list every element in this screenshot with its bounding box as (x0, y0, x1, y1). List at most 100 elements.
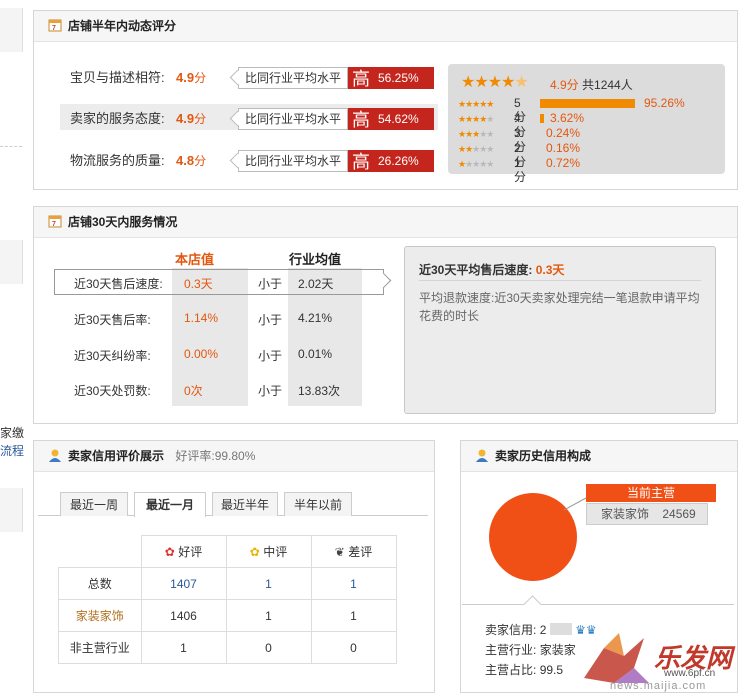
distribution-row: ★★★★★ 5分 95.26% (458, 96, 685, 124)
neutral-count: 0 (225, 631, 312, 664)
panel-header: 7 店铺半年内动态评分 (34, 11, 737, 42)
flower-yellow-icon: ✿ (249, 545, 260, 559)
stars-icon: ★★★★★ (458, 159, 494, 169)
credit-table: ✿ 好评 ✿ 中评 ❦ 差评 总数 1407 1 1 家装家饰 1406 1 1… (58, 535, 397, 664)
bad-count[interactable]: 1 (310, 567, 397, 600)
wilted-flower-icon: ❦ (334, 545, 345, 559)
distribution-row: ★★★★★ 4分 3.62% (458, 111, 585, 139)
table-row: 家装家饰 1406 1 1 (58, 599, 397, 632)
rating-label: 物流服务的质量: (70, 153, 165, 168)
level-badge: 高 26.26% (348, 150, 434, 172)
tab-month[interactable]: 最近一月 (134, 492, 206, 517)
good-count: 1406 (140, 599, 227, 632)
level-badge: 高 54.62% (348, 108, 434, 130)
distribution-row: ★★★★★ 1分 0.72% (458, 156, 581, 184)
divider (419, 280, 701, 281)
compare-label: 比同行业平均水平 (238, 150, 348, 172)
store-value: 0.00% (184, 347, 219, 361)
service-label: 近30天处罚数: (74, 384, 151, 398)
left-sidebar-fragment (0, 8, 23, 52)
service-label: 近30天售后速度: (74, 277, 163, 291)
rating-score: 4.8分 (176, 153, 207, 168)
table-row: 非主营行业 1 0 0 (58, 631, 397, 664)
info-title: 近30天平均售后速度: 0.3天 (419, 263, 565, 277)
bad-count: 0 (310, 631, 397, 664)
header-bad: ❦ 差评 (310, 535, 397, 568)
panel-title: 卖家信用评价展示 (68, 449, 165, 463)
distribution-bar (540, 114, 544, 123)
industry-value: 4.21% (298, 311, 333, 325)
rating-label: 宝贝与描述相符: (70, 70, 165, 85)
panel-title: 卖家历史信用构成 (495, 449, 592, 463)
main-category-box: 家装家饰 24569 (586, 503, 708, 525)
stars-icon: ★★★★★ (458, 144, 494, 154)
bad-count: 1 (310, 599, 397, 632)
svg-text:7: 7 (52, 25, 56, 32)
info-desc: 平均退款速度:近30天卖家处理完结一笔退款申请平均花费的时长 (419, 291, 700, 323)
service-label: 近30天售后率: (74, 313, 151, 327)
rating-score: 4.9分 (176, 70, 207, 85)
good-count[interactable]: 1407 (140, 567, 227, 600)
svg-text:7: 7 (52, 221, 56, 228)
neutral-count[interactable]: 1 (225, 567, 312, 600)
tab-half-year[interactable]: 最近半年 (212, 492, 278, 516)
row-label: 非主营行业 (58, 631, 142, 664)
panel-header: 卖家历史信用构成 (461, 441, 737, 472)
good-rate: 好评率:99.80% (175, 449, 256, 463)
tab-before-half-year[interactable]: 半年以前 (284, 492, 352, 516)
rating-summary: 4.9分 共1244人 (550, 78, 633, 92)
pie-slice (489, 493, 577, 581)
user-icon (48, 443, 62, 462)
rating-distribution: ★★★★★ 4.9分 共1244人 ★★★★★ 5分 95.26% ★★★★★ … (448, 64, 725, 184)
panel-header: 7 店铺30天内服务情况 (34, 207, 737, 238)
stars-icon: ★★★★★ (458, 99, 494, 109)
industry-value: 0.01% (298, 347, 333, 361)
table-row: 总数 1407 1 1 (58, 567, 397, 600)
tab-week[interactable]: 最近一周 (60, 492, 128, 516)
neutral-count: 1 (225, 599, 312, 632)
divider (462, 604, 734, 605)
compare-label: 比同行业平均水平 (238, 67, 348, 89)
distribution-bar (540, 99, 635, 108)
industry-value: 2.02天 (298, 277, 334, 291)
store-column-header: 本店值 (175, 252, 215, 267)
main-category-flag: 当前主营 (586, 484, 716, 502)
distribution-row: ★★★★★ 3分 0.24% (458, 126, 581, 154)
rating-row: 卖家的服务态度: 4.9分 比同行业平均水平 高 54.62% (36, 106, 436, 132)
header-neutral: ✿ 中评 (225, 535, 312, 568)
bull-logo-icon (584, 633, 649, 683)
flower-red-icon: ✿ (164, 545, 175, 559)
left-link-fragment[interactable]: 流程 (0, 442, 24, 459)
store-value: 1.14% (184, 311, 219, 325)
calendar-icon: 7 (48, 209, 62, 228)
compare-text: 小于 (258, 349, 283, 363)
watermark-logo: 乐发网 www.6pf.cn news.maijia.com (574, 628, 749, 694)
user-icon (475, 443, 489, 462)
credit-pie-chart (489, 493, 586, 581)
rating-row: 宝贝与描述相符: 4.9分 比同行业平均水平 高 56.25% (36, 65, 436, 91)
panel-title: 店铺半年内动态评分 (68, 19, 177, 33)
calendar-icon: 7 (48, 13, 62, 32)
service-info-box: 近30天平均售后速度: 0.3天 平均退款速度:近30天卖家处理完结一笔退款申请… (404, 246, 716, 414)
good-count: 1 (140, 631, 227, 664)
rating-row: 物流服务的质量: 4.8分 比同行业平均水平 高 26.26% (36, 148, 436, 174)
compare-text: 小于 (258, 313, 283, 327)
left-sidebar-fragment (0, 488, 23, 532)
divider (0, 146, 22, 147)
stars-icon: ★★★★★ (458, 129, 494, 139)
store-value: 0.3天 (184, 277, 213, 291)
rating-label: 卖家的服务态度: (70, 111, 165, 126)
store-value: 0次 (184, 384, 203, 398)
compare-text: 小于 (258, 384, 283, 398)
service-label: 近30天纠纷率: (74, 349, 151, 363)
row-label: 总数 (58, 567, 142, 600)
level-badge: 高 56.25% (348, 67, 434, 89)
left-sidebar-fragment (0, 240, 23, 284)
left-text-fragment: 家缴 (0, 426, 25, 440)
main-share: 主营占比: 99.5 (485, 663, 564, 677)
industry-value: 13.83次 (298, 384, 341, 398)
main-industry: 主营行业: 家装家 (485, 643, 576, 657)
compare-label: 比同行业平均水平 (238, 108, 348, 130)
rating-score: 4.9分 (176, 111, 207, 126)
panel-title: 店铺30天内服务情况 (68, 215, 178, 229)
